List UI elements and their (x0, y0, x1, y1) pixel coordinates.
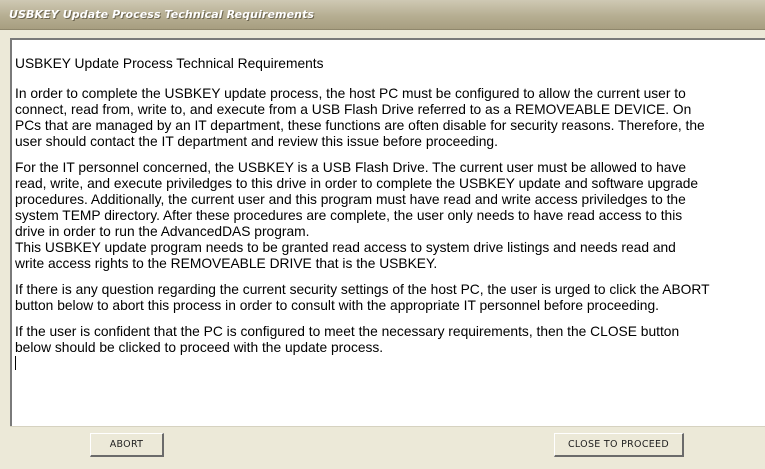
title-bar[interactable]: USBKEY Update Process Technical Requirem… (0, 0, 765, 30)
button-bar: ABORT CLOSE TO PROCEED (10, 426, 765, 469)
requirements-text-area[interactable]: USBKEY Update Process Technical Requirem… (10, 38, 765, 426)
requirements-text: USBKEY Update Process Technical Requirem… (15, 56, 765, 372)
text-line: PCs that are managed by an IT department… (15, 118, 705, 133)
close-to-proceed-button[interactable]: CLOSE TO PROCEED (554, 433, 684, 457)
window-title: USBKEY Update Process Technical Requirem… (9, 8, 315, 21)
paragraph-close-instructions: If the user is confident that the PC is … (15, 324, 765, 372)
text-line: button below to abort this process in or… (15, 298, 659, 313)
text-line: connect, read from, write to, and execut… (15, 102, 692, 117)
text-line: read, write, and execute priviledges to … (15, 176, 699, 191)
document-heading: USBKEY Update Process Technical Requirem… (15, 56, 324, 71)
text-line: If there is any question regarding the c… (15, 282, 710, 297)
paragraph-abort-instructions: If there is any question regarding the c… (15, 282, 765, 314)
text-line: procedures. Additionally, the current us… (15, 192, 686, 207)
text-line: write access rights to the REMOVEABLE DR… (15, 256, 438, 271)
text-cursor (15, 356, 16, 370)
paragraph-host-pc: In order to complete the USBKEY update p… (15, 86, 765, 150)
text-line: For the IT personnel concerned, the USBK… (15, 160, 687, 175)
text-line: In order to complete the USBKEY update p… (15, 86, 686, 101)
text-line: drive in order to run the AdvancedDAS pr… (15, 224, 310, 239)
requirements-dialog: USBKEY Update Process Technical Requirem… (0, 0, 765, 469)
text-line: system TEMP directory. After these proce… (15, 208, 683, 223)
text-line: This USBKEY update program needs to be g… (15, 240, 676, 255)
paragraph-it-personnel: For the IT personnel concerned, the USBK… (15, 160, 765, 272)
text-line: If the user is confident that the PC is … (15, 324, 680, 339)
text-line: below should be clicked to proceed with … (15, 340, 384, 355)
abort-button[interactable]: ABORT (90, 433, 164, 457)
text-line: user should contact the IT department an… (15, 134, 498, 149)
